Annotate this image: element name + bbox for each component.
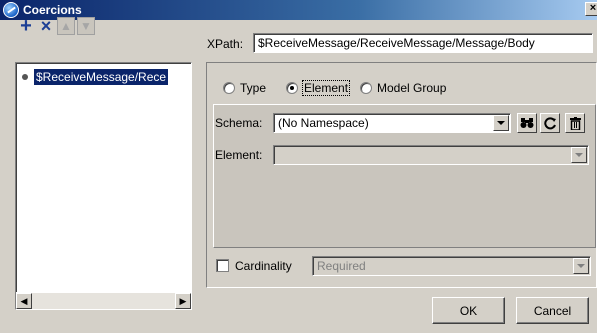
horizontal-scrollbar[interactable]: ◀ ▶ xyxy=(16,292,191,309)
schema-select[interactable]: (No Namespace) xyxy=(273,113,511,133)
coercion-tree[interactable]: $ReceiveMessage/Rece xyxy=(15,62,192,310)
radio-indicator[interactable] xyxy=(223,82,235,94)
model-group-radio-label[interactable]: Model Group xyxy=(377,81,446,95)
cardinality-select[interactable]: Required xyxy=(312,256,591,276)
type-radio-label[interactable]: Type xyxy=(240,81,266,95)
delete-schema-button[interactable] xyxy=(565,113,585,133)
chevron-down-icon[interactable] xyxy=(571,147,587,163)
cardinality-label[interactable]: Cardinality xyxy=(235,259,292,273)
ok-button[interactable]: OK xyxy=(432,297,505,324)
bullet-icon xyxy=(22,74,28,80)
refresh-icon xyxy=(543,116,556,129)
find-schema-button[interactable] xyxy=(517,113,537,133)
chevron-down-icon[interactable] xyxy=(573,258,589,274)
add-button[interactable]: + xyxy=(17,15,35,37)
coercions-dialog: Coercions × + × ▲ ▼ $ReceiveMessage/Rece… xyxy=(0,0,597,333)
xpath-input[interactable]: $ReceiveMessage/ReceiveMessage/Message/B… xyxy=(253,33,593,53)
tree-item-label[interactable]: $ReceiveMessage/Rece xyxy=(34,69,169,85)
cardinality-checkbox[interactable] xyxy=(216,259,229,272)
element-select[interactable] xyxy=(273,145,589,165)
scroll-left-button[interactable]: ◀ xyxy=(16,293,32,309)
radio-indicator[interactable] xyxy=(286,82,298,94)
xpath-label: XPath: xyxy=(207,37,244,51)
trash-icon xyxy=(569,116,581,130)
close-button[interactable]: × xyxy=(585,2,597,16)
scroll-right-button[interactable]: ▶ xyxy=(175,293,191,309)
chevron-down-icon[interactable] xyxy=(493,115,509,131)
element-label: Element: xyxy=(215,148,263,162)
schema-select-value: (No Namespace) xyxy=(278,116,369,130)
radio-indicator[interactable] xyxy=(360,82,372,94)
binoculars-icon xyxy=(520,118,534,128)
cancel-button[interactable]: Cancel xyxy=(516,297,589,324)
app-icon xyxy=(3,2,19,18)
move-up-button[interactable]: ▲ xyxy=(57,17,75,35)
element-radio-label[interactable]: Element xyxy=(301,80,351,96)
schema-label: Schema: xyxy=(215,116,263,130)
refresh-schema-button[interactable] xyxy=(540,113,560,133)
move-down-button[interactable]: ▼ xyxy=(77,17,95,35)
cardinality-select-value: Required xyxy=(317,259,366,273)
delete-button[interactable]: × xyxy=(37,16,55,36)
